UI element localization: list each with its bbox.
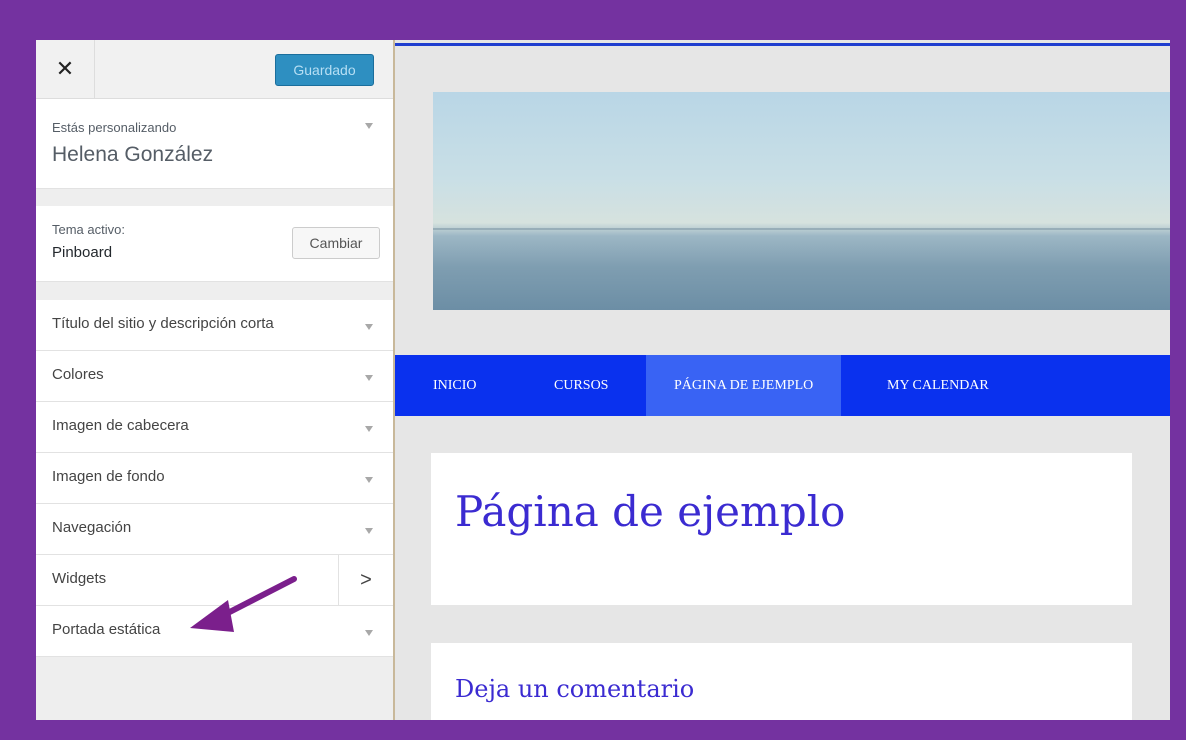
nav-item-pagina-de-ejemplo[interactable]: PÁGINA DE EJEMPLO — [646, 355, 842, 416]
triangle-down-icon — [365, 477, 373, 483]
section-label: Colores — [52, 366, 104, 383]
change-theme-button[interactable]: Cambiar — [292, 227, 380, 259]
triangle-down-icon — [365, 528, 373, 534]
section-navigation[interactable]: Navegación — [36, 504, 393, 555]
site-name: Helena González — [52, 143, 214, 166]
site-preview: INICIO CURSOS PÁGINA DE EJEMPLO MY CALEN… — [395, 40, 1170, 720]
close-button[interactable]: ✕ — [36, 40, 95, 98]
section-label: Imagen de fondo — [52, 468, 165, 485]
comment-card: Deja un comentario — [431, 643, 1132, 720]
section-static-front-page[interactable]: Portada estática — [36, 606, 393, 657]
customizing-info-panel[interactable]: Estás personalizando Helena González — [36, 99, 393, 189]
triangle-down-icon — [365, 324, 373, 330]
comment-title: Deja un comentario — [455, 675, 695, 703]
customizer-sections: Título del sitio y descripción corta Col… — [36, 300, 393, 657]
section-label: Widgets — [52, 570, 107, 587]
active-theme-panel: Tema activo: Pinboard Cambiar — [36, 206, 393, 282]
section-colors[interactable]: Colores — [36, 351, 393, 402]
section-site-identity[interactable]: Título del sitio y descripción corta — [36, 300, 393, 351]
section-label: Navegación — [52, 519, 132, 536]
page-title: Página de ejemplo — [455, 487, 846, 536]
save-button[interactable]: Guardado — [275, 54, 374, 86]
section-label: Título del sitio y descripción corta — [52, 315, 274, 332]
chevron-right-icon[interactable]: > — [338, 555, 393, 605]
triangle-down-icon — [365, 426, 373, 432]
customizer-topbar: ✕ Guardado — [36, 40, 393, 99]
page-content-card: Página de ejemplo — [431, 453, 1132, 605]
nav-item-my-calendar[interactable]: MY CALENDAR — [871, 355, 1005, 416]
nav-item-cursos[interactable]: CURSOS — [538, 355, 624, 416]
customizer-window: ✕ Guardado Estás personalizando Helena G… — [36, 40, 1170, 720]
horizon-line — [433, 228, 1170, 230]
triangle-down-icon — [365, 375, 373, 381]
section-label: Portada estática — [52, 621, 161, 638]
triangle-down-icon — [365, 123, 373, 129]
preview-top-border — [395, 43, 1170, 46]
nav-item-inicio[interactable]: INICIO — [417, 355, 493, 416]
section-label: Imagen de cabecera — [52, 417, 189, 434]
header-image — [433, 92, 1170, 310]
customizer-sidebar: ✕ Guardado Estás personalizando Helena G… — [36, 40, 395, 720]
active-theme-name: Pinboard — [52, 244, 113, 261]
active-theme-label: Tema activo: — [52, 222, 125, 237]
close-icon: ✕ — [55, 56, 75, 81]
section-widgets[interactable]: Widgets > — [36, 555, 393, 606]
site-navigation: INICIO CURSOS PÁGINA DE EJEMPLO MY CALEN… — [395, 355, 1170, 416]
section-header-image[interactable]: Imagen de cabecera — [36, 402, 393, 453]
section-background-image[interactable]: Imagen de fondo — [36, 453, 393, 504]
customizing-label: Estás personalizando — [52, 120, 177, 135]
triangle-down-icon — [365, 630, 373, 636]
